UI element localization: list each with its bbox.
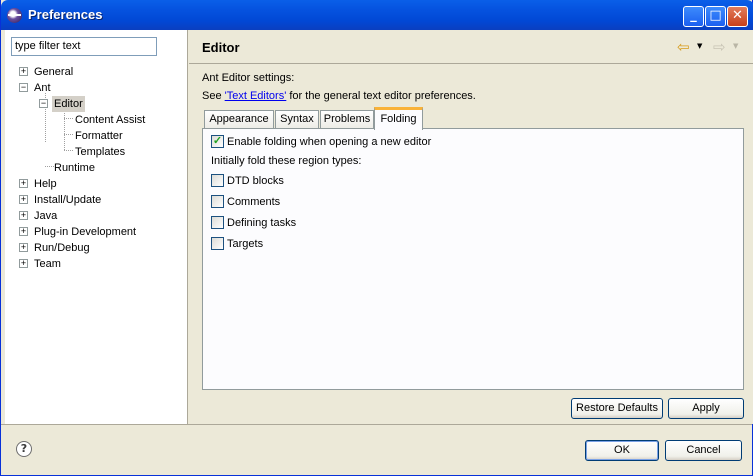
region-types-heading: Initially fold these region types:	[211, 155, 362, 167]
defining-tasks-checkbox[interactable]	[211, 215, 224, 229]
enable-folding-option[interactable]: ✓ Enable folding when opening a new edito…	[211, 134, 432, 150]
tree-item-label: Formatter	[75, 130, 123, 142]
tree-item-content-assist[interactable]: Content Assist	[73, 112, 147, 128]
close-button[interactable]: ✕	[727, 6, 748, 27]
settings-heading: Ant Editor settings:	[202, 72, 295, 84]
maximize-icon: □	[709, 8, 722, 23]
region-option-comments[interactable]: Comments	[211, 194, 281, 210]
preferences-window: Preferences _ □ ✕ type filter text + Gen…	[0, 0, 753, 476]
filter-input[interactable]: type filter text	[11, 37, 157, 56]
region-option-targets[interactable]: Targets	[211, 236, 264, 252]
enable-folding-checkbox[interactable]: ✓	[211, 134, 224, 148]
restore-defaults-button[interactable]: Restore Defaults	[571, 398, 663, 419]
expand-icon[interactable]: +	[19, 227, 28, 236]
note-suffix: for the general text editor preferences.	[286, 90, 476, 102]
targets-label: Targets	[227, 238, 264, 250]
forward-history-dropdown-icon[interactable]: ▼	[733, 42, 738, 50]
expand-icon[interactable]: +	[19, 259, 28, 268]
tree-item-runtime[interactable]: Runtime	[52, 160, 97, 176]
apply-button[interactable]: Apply	[668, 398, 744, 419]
expand-icon[interactable]: +	[19, 67, 28, 76]
window-title: Preferences	[28, 7, 103, 22]
region-option-defining-tasks[interactable]: Defining tasks	[211, 215, 297, 231]
eclipse-icon	[7, 8, 22, 23]
collapse-icon[interactable]: −	[19, 83, 28, 92]
tree-item-templates[interactable]: Templates	[73, 144, 127, 160]
expand-icon[interactable]: +	[19, 211, 28, 220]
region-option-dtd-blocks[interactable]: DTD blocks	[211, 173, 284, 189]
defining-tasks-label: Defining tasks	[227, 217, 297, 229]
close-icon: ✕	[732, 8, 743, 23]
folding-panel: ✓ Enable folding when opening a new edito…	[202, 128, 744, 390]
note-prefix: See	[202, 90, 225, 102]
comments-label: Comments	[227, 196, 281, 208]
tree-item-label: Ant	[34, 82, 51, 94]
expand-icon[interactable]: +	[19, 243, 28, 252]
cancel-button[interactable]: Cancel	[665, 440, 742, 461]
dtd-blocks-checkbox[interactable]	[211, 173, 224, 187]
tab-problems[interactable]: Problems	[320, 110, 374, 129]
collapse-icon[interactable]: −	[39, 99, 48, 108]
tree-item-label: Install/Update	[34, 194, 102, 206]
editor-tabs: Appearance Syntax Problems Folding	[204, 107, 454, 130]
text-editors-note: See 'Text Editors' for the general text …	[202, 90, 476, 102]
tree-connector	[64, 134, 73, 135]
preference-page: Editor ⇦ ▼ ⇨ ▼ Ant Editor settings: See …	[189, 30, 753, 424]
expand-icon[interactable]: +	[19, 195, 28, 204]
tab-syntax[interactable]: Syntax	[275, 110, 319, 129]
tree-connector	[64, 150, 73, 151]
tree-item-label: Help	[34, 178, 57, 190]
tree-connector	[64, 109, 65, 150]
ok-button[interactable]: OK	[585, 440, 659, 461]
tree-item-label: Templates	[75, 146, 126, 158]
back-arrow-icon[interactable]: ⇦	[677, 40, 690, 55]
tree-item-label: Content Assist	[75, 114, 146, 126]
text-editors-link[interactable]: 'Text Editors'	[225, 90, 287, 102]
minimize-icon: _	[690, 8, 697, 23]
maximize-button[interactable]: □	[705, 6, 726, 27]
page-header: Editor ⇦ ▼ ⇨ ▼	[189, 30, 753, 64]
tree-item-formatter[interactable]: Formatter	[73, 128, 125, 144]
help-icon[interactable]: ?	[16, 441, 32, 457]
page-title: Editor	[202, 40, 240, 55]
forward-arrow-icon[interactable]: ⇨	[713, 40, 726, 55]
preference-tree-pane: type filter text + General − Ant − Edito…	[5, 30, 188, 424]
back-history-dropdown-icon[interactable]: ▼	[697, 42, 702, 50]
tab-appearance[interactable]: Appearance	[204, 110, 274, 129]
title-bar[interactable]: Preferences _ □ ✕	[1, 0, 753, 30]
tree-item-label: Team	[34, 258, 61, 270]
tree-item-label: Editor	[52, 96, 85, 112]
comments-checkbox[interactable]	[211, 194, 224, 208]
tab-folding[interactable]: Folding	[374, 107, 423, 130]
minimize-button[interactable]: _	[683, 6, 704, 27]
dtd-blocks-label: DTD blocks	[227, 175, 284, 187]
expand-icon[interactable]: +	[19, 179, 28, 188]
tree-connector	[64, 118, 73, 119]
tree-item-label: Runtime	[54, 162, 95, 174]
dialog-button-bar: ? OK Cancel	[1, 424, 752, 475]
tree-item-label: Java	[34, 210, 58, 222]
targets-checkbox[interactable]	[211, 236, 224, 250]
tree-item-label: General	[34, 66, 74, 78]
tree-item-label: Run/Debug	[34, 242, 90, 254]
tree-item-label: Plug-in Development	[34, 226, 137, 238]
enable-folding-label: Enable folding when opening a new editor	[227, 136, 432, 148]
